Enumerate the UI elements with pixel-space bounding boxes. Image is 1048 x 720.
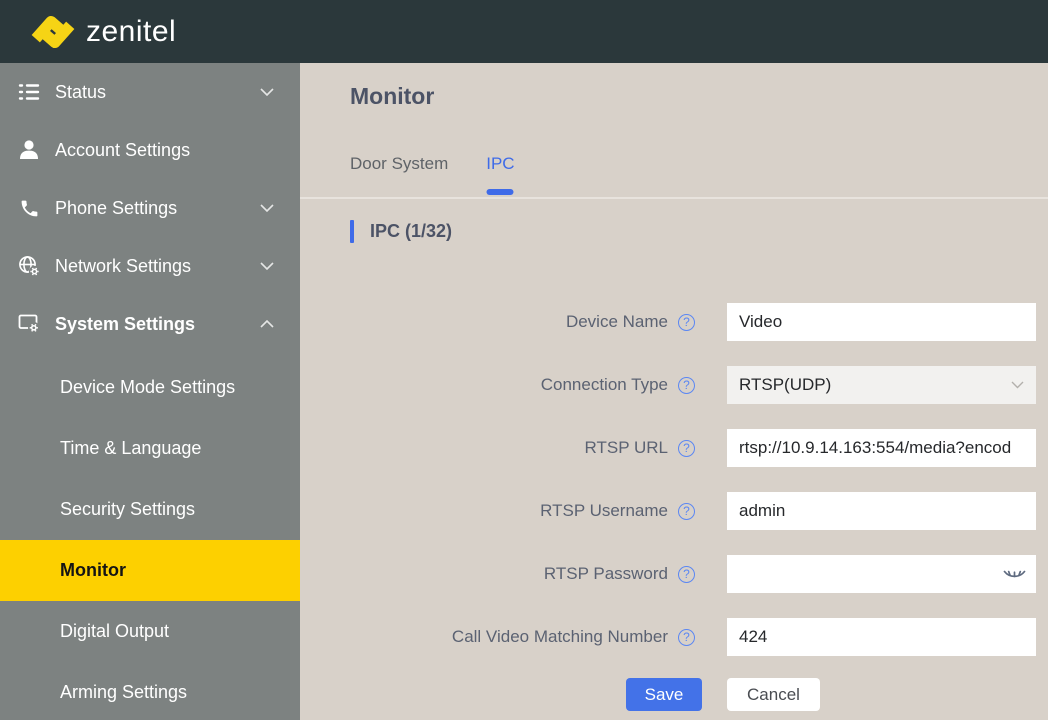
help-icon[interactable]: ? [678,629,695,646]
sidebar-item-time-language[interactable]: Time & Language [0,418,300,479]
active-tab-underline [487,189,514,195]
section-accent-bar [350,220,354,243]
help-icon[interactable]: ? [678,314,695,331]
help-icon[interactable]: ? [678,377,695,394]
connection-type-value: RTSP(UDP) [739,375,831,395]
form-row-device-name: Device Name ? [300,303,1048,341]
sidebar-item-label: Network Settings [55,256,260,277]
sidebar-item-status[interactable]: Status [0,63,300,121]
sidebar-item-label: Status [55,82,260,103]
password-hidden-eye-icon[interactable] [1003,567,1026,582]
sidebar-item-label: System Settings [55,314,260,335]
sidebar-item-system-settings[interactable]: System Settings [0,295,300,353]
form-row-rtsp-password: RTSP Password ? [300,555,1048,593]
page-title: Monitor [350,83,434,110]
sidebar-item-account-settings[interactable]: Account Settings [0,121,300,179]
list-icon [16,79,42,105]
form-actions: Save Cancel [626,678,820,711]
save-button[interactable]: Save [626,678,702,711]
tab-label: IPC [486,154,514,173]
zenitel-logo-icon [30,9,76,55]
sidebar: Status Account Settings Phone Settings [0,63,300,720]
tab-bar: Door System IPC [350,154,515,195]
form-row-call-video-matching-number: Call Video Matching Number ? [300,618,1048,656]
connection-type-select[interactable]: RTSP(UDP) [727,366,1036,404]
call-video-matching-number-label: Call Video Matching Number [300,627,668,647]
rtsp-url-input[interactable] [727,429,1036,467]
sidebar-item-network-settings[interactable]: Network Settings [0,237,300,295]
tab-divider [300,197,1048,199]
rtsp-username-label: RTSP Username [300,501,668,521]
sidebar-subitem-label: Security Settings [60,499,195,520]
device-name-input[interactable] [727,303,1036,341]
cancel-button[interactable]: Cancel [727,678,820,711]
form-row-rtsp-url: RTSP URL ? [300,429,1048,467]
tab-label: Door System [350,154,448,173]
sidebar-subitem-label: Digital Output [60,621,169,642]
user-icon [16,137,42,163]
help-icon[interactable]: ? [678,566,695,583]
help-icon[interactable]: ? [678,503,695,520]
app-root: zenitel Status [0,0,1048,720]
tab-ipc[interactable]: IPC [486,154,514,195]
rtsp-password-input[interactable] [727,555,1036,593]
device-name-label: Device Name [300,312,668,332]
monitor-gear-icon [16,311,42,337]
help-icon[interactable]: ? [678,440,695,457]
sidebar-item-monitor[interactable]: Monitor [0,540,300,601]
chevron-down-icon [260,88,274,96]
form-row-rtsp-username: RTSP Username ? [300,492,1048,530]
call-video-matching-number-input[interactable] [727,618,1036,656]
sidebar-item-label: Phone Settings [55,198,260,219]
chevron-down-icon [260,262,274,270]
section-header: IPC (1/32) [350,220,452,243]
sidebar-subitem-label: Device Mode Settings [60,377,235,398]
sidebar-item-security-settings[interactable]: Security Settings [0,479,300,540]
form-row-connection-type: Connection Type ? RTSP(UDP) [300,366,1048,404]
chevron-down-icon [1011,381,1024,389]
sidebar-item-phone-settings[interactable]: Phone Settings [0,179,300,237]
topbar: zenitel [0,0,1048,63]
sidebar-item-label: Account Settings [55,140,280,161]
section-title: IPC (1/32) [370,221,452,242]
main-content: Monitor Door System IPC IPC (1/32) Devic… [300,63,1048,720]
phone-icon [16,195,42,221]
sidebar-subitem-label: Time & Language [60,438,201,459]
chevron-down-icon [260,204,274,212]
sidebar-item-device-mode-settings[interactable]: Device Mode Settings [0,357,300,418]
rtsp-username-input[interactable] [727,492,1036,530]
rtsp-url-label: RTSP URL [300,438,668,458]
connection-type-label: Connection Type [300,375,668,395]
globe-gear-icon [16,253,42,279]
tab-door-system[interactable]: Door System [350,154,448,195]
rtsp-password-label: RTSP Password [300,564,668,584]
chevron-up-icon [260,320,274,328]
sidebar-item-digital-output[interactable]: Digital Output [0,601,300,662]
sidebar-subitem-label: Arming Settings [60,682,187,703]
sidebar-item-arming-settings[interactable]: Arming Settings [0,662,300,720]
ipc-form: Device Name ? Connection Type ? RTSP(UDP… [300,303,1048,681]
sidebar-subitem-label: Monitor [60,560,126,581]
brand-name: zenitel [86,15,176,49]
